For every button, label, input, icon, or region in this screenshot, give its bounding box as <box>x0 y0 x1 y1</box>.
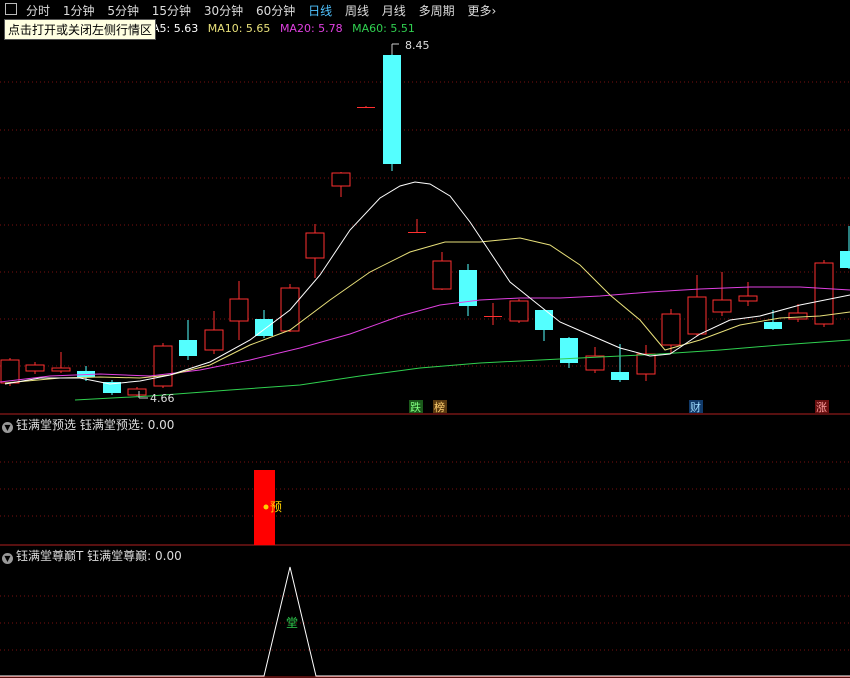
candle <box>687 275 707 336</box>
candle <box>484 303 502 325</box>
marker-cai: 财 <box>690 400 701 414</box>
signal-markers: 跌 榜 财 涨 <box>409 400 829 414</box>
candle <box>179 320 197 360</box>
candle <box>229 281 249 340</box>
panel3-value: 钰满堂尊巅: 0.00 <box>87 549 182 563</box>
candle <box>357 106 375 108</box>
candle <box>840 226 850 269</box>
panel2-header: ▼ 钰满堂预选 钰满堂预选: 0.00 <box>2 416 174 433</box>
main-grid <box>0 81 850 651</box>
candle <box>204 311 224 354</box>
candle <box>712 272 732 316</box>
candle <box>25 362 45 374</box>
candle <box>153 343 173 388</box>
candle <box>103 380 121 395</box>
tooltip: 点击打开或关闭左侧行情区 <box>4 19 157 40</box>
candle <box>51 352 71 373</box>
marker-zhang: 涨 <box>816 401 827 414</box>
low-price-label: 4.66 <box>150 392 175 405</box>
candle <box>432 252 452 290</box>
zundian-indicator-line <box>0 566 850 677</box>
high-price-label: 8.45 <box>405 39 430 52</box>
chevron-down-icon[interactable]: ▼ <box>2 422 13 433</box>
candle <box>127 387 147 396</box>
candle <box>305 224 325 278</box>
candle <box>331 172 351 197</box>
panel2-title[interactable]: 钰满堂预选 <box>16 418 76 432</box>
candle <box>459 264 477 316</box>
zundian-peak-label: 堂 <box>286 616 298 630</box>
candle <box>814 260 834 327</box>
candle <box>560 337 578 368</box>
candle <box>585 347 605 373</box>
candlesticks <box>0 52 850 396</box>
candle <box>636 345 656 381</box>
candle <box>383 52 401 171</box>
candle <box>738 282 758 306</box>
marker-bang: 榜 <box>434 400 445 414</box>
panel3-header: ▼ 钰满堂尊巅T 钰满堂尊巅: 0.00 <box>2 547 182 564</box>
ma5-line <box>4 181 850 385</box>
candle <box>408 219 426 233</box>
marker-die: 跌 <box>410 400 421 414</box>
panel2-value: 钰满堂预选: 0.00 <box>79 418 175 432</box>
candle <box>788 304 808 322</box>
preselect-bar-label: 预 <box>270 500 282 514</box>
chevron-down-icon[interactable]: ▼ <box>2 553 13 564</box>
chart-canvas[interactable]: 8.45 4.66 跌 榜 财 涨 预 堂 <box>0 0 850 678</box>
candle <box>509 299 529 323</box>
panel3-title[interactable]: 钰满堂尊巅T <box>16 549 83 563</box>
preselect-dot <box>263 504 269 510</box>
